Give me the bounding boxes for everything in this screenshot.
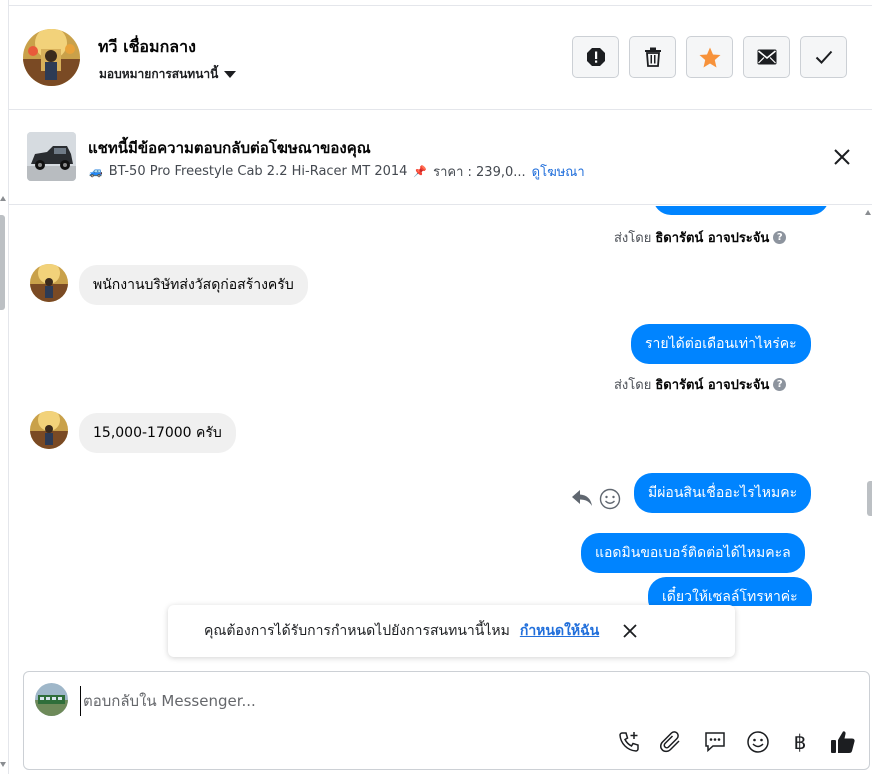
view-ad-link[interactable]: ดูโฆษณา bbox=[532, 161, 585, 182]
assign-label-text: มอบหมายการสนทนานี้ bbox=[99, 67, 219, 81]
contact-name: ทวี เชื่อมกลาง bbox=[98, 37, 196, 56]
assignment-prompt-toast: คุณต้องการได้รับการกำหนดไปยังการสนทนานี้… bbox=[168, 605, 735, 657]
close-icon bbox=[834, 149, 850, 165]
pin-icon: 📌 bbox=[413, 165, 428, 178]
message-bubble-incoming[interactable]: 15,000-17000 ครับ bbox=[79, 413, 236, 453]
scroll-up-arrow[interactable] bbox=[865, 210, 871, 215]
saved-replies-button[interactable] bbox=[701, 728, 729, 756]
baht-icon: ฿ bbox=[793, 730, 807, 754]
ad-product-name: BT-50 Pro Freestyle Cab 2.2 Hi-Racer MT … bbox=[108, 164, 408, 179]
close-banner-button[interactable] bbox=[831, 146, 853, 168]
contact-avatar-small[interactable] bbox=[30, 411, 68, 449]
check-icon bbox=[815, 50, 832, 64]
thumbs-up-icon bbox=[831, 731, 855, 753]
scroll-up-arrow[interactable] bbox=[0, 196, 6, 201]
assign-conversation-dropdown[interactable]: มอบหมายการสนทนานี้ bbox=[99, 65, 237, 84]
message-bubble-incoming[interactable]: พนักงานบริษัทส่งวัสดุก่อสร้างครับ bbox=[79, 265, 308, 305]
help-icon[interactable]: ? bbox=[773, 378, 787, 391]
contact-avatar-small[interactable] bbox=[30, 264, 68, 302]
send-like-button[interactable] bbox=[829, 728, 857, 756]
emoji-icon bbox=[747, 731, 769, 753]
reply-input[interactable] bbox=[80, 686, 840, 716]
ad-thumbnail[interactable] bbox=[27, 132, 76, 181]
page-avatar bbox=[35, 683, 68, 716]
trash-icon bbox=[644, 47, 661, 67]
payment-button[interactable]: ฿ bbox=[786, 728, 814, 756]
toast-message: คุณต้องการได้รับการกำหนดไปยังการสนทนานี้… bbox=[204, 623, 510, 639]
star-button[interactable] bbox=[686, 36, 733, 78]
envelope-icon bbox=[757, 49, 776, 65]
right-scrollbar[interactable] bbox=[864, 206, 872, 606]
message-thread[interactable]: ส่งโดย ธิดารัตน์ อาจประจัน ? พนักงานบริษั… bbox=[9, 206, 864, 606]
close-icon bbox=[623, 624, 637, 638]
delete-button[interactable] bbox=[629, 36, 676, 78]
scroll-down-arrow[interactable] bbox=[0, 762, 6, 767]
message-bubble-outgoing[interactable]: เดี๋ยวให้เซลล์โทรหาค่ะ bbox=[648, 577, 812, 606]
reply-to-message-button[interactable] bbox=[571, 488, 593, 508]
chat-bubble-icon bbox=[705, 732, 725, 753]
mark-unread-button[interactable] bbox=[743, 36, 790, 78]
smiley-icon bbox=[599, 488, 621, 510]
message-bubble-outgoing[interactable]: แอดมินขอเบอร์ติดต่อได้ไหมคะล bbox=[581, 533, 805, 573]
caret-down-icon bbox=[224, 71, 237, 78]
mark-spam-button[interactable] bbox=[572, 36, 619, 78]
mark-done-button[interactable] bbox=[800, 36, 847, 78]
sent-by-label: ส่งโดย ธิดารัตน์ อาจประจัน ? bbox=[614, 374, 787, 395]
dismiss-toast-button[interactable] bbox=[623, 624, 637, 638]
reply-composer: ฿ bbox=[23, 671, 870, 770]
ad-reply-banner: แชทนี้มีข้อความตอบกลับต่อโฆษณาของคุณ 🚙 B… bbox=[9, 110, 872, 205]
message-bubble-outgoing[interactable] bbox=[653, 206, 829, 215]
react-to-message-button[interactable] bbox=[599, 488, 621, 510]
paperclip-icon bbox=[660, 731, 680, 753]
left-frame bbox=[0, 0, 9, 774]
conversation-header: ทวี เชื่อมกลาง มอบหมายการสนทนานี้ bbox=[9, 5, 872, 110]
sent-by-label: ส่งโดย ธิดารัตน์ อาจประจัน ? bbox=[614, 227, 787, 248]
ad-price: ราคา : 239,0... bbox=[433, 165, 526, 180]
ad-banner-title: แชทนี้มีข้อความตอบกลับต่อโฆษณาของคุณ bbox=[88, 139, 371, 157]
reply-arrow-icon bbox=[572, 490, 592, 506]
contact-avatar[interactable] bbox=[23, 29, 80, 86]
message-bubble-outgoing[interactable]: มีผ่อนสินเชื่ออะไรไหมคะ bbox=[634, 473, 812, 513]
phone-plus-icon bbox=[619, 732, 639, 752]
attach-file-button[interactable] bbox=[657, 728, 685, 756]
assign-to-me-link[interactable]: กำหนดให้ฉัน bbox=[520, 620, 599, 642]
emoji-button[interactable] bbox=[744, 728, 772, 756]
help-icon[interactable]: ? bbox=[773, 231, 787, 244]
star-icon bbox=[699, 47, 720, 67]
car-icon: 🚙 bbox=[89, 165, 103, 178]
right-scrollbar-thumb[interactable] bbox=[867, 481, 872, 516]
ad-product-line: 🚙 BT-50 Pro Freestyle Cab 2.2 Hi-Racer M… bbox=[89, 161, 585, 182]
left-scrollbar-thumb[interactable] bbox=[0, 215, 5, 310]
spam-icon bbox=[586, 48, 605, 66]
call-button[interactable] bbox=[615, 728, 643, 756]
message-bubble-outgoing[interactable]: รายได้ต่อเดือนเท่าไหร่คะ bbox=[631, 324, 811, 364]
